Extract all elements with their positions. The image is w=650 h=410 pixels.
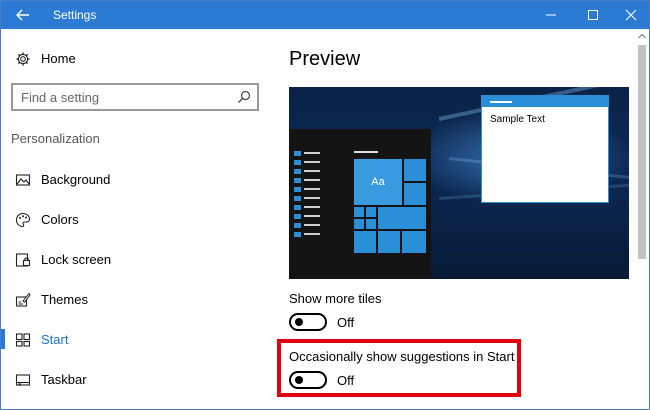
back-arrow-icon	[16, 9, 29, 21]
theme-preview: Aa Sample Text	[289, 87, 629, 279]
sidebar-item-colors[interactable]: Colors	[1, 201, 271, 237]
minimize-icon	[546, 14, 556, 16]
taskbar-icon	[15, 374, 31, 386]
sidebar-item-label: Colors	[41, 212, 79, 227]
scroll-thumb[interactable]	[638, 45, 646, 259]
preview-tile	[354, 231, 376, 253]
settings-window: Settings Home Find a setting Personaliza…	[0, 0, 650, 410]
sidebar-item-start[interactable]: Start	[1, 321, 271, 357]
sidebar-item-label: Background	[41, 172, 111, 187]
maximize-button[interactable]	[575, 1, 611, 29]
sidebar-item-lock-screen[interactable]: Lock screen	[1, 241, 271, 277]
search-box	[11, 83, 259, 111]
highlight-annotation	[277, 339, 521, 397]
show-more-tiles-toggle[interactable]	[289, 313, 327, 331]
preview-app-row	[294, 205, 324, 210]
preview-tile	[366, 207, 376, 217]
show-more-tiles-label: Show more tiles	[289, 291, 382, 306]
preview-app-row	[294, 151, 324, 156]
brush-icon	[15, 292, 31, 307]
preview-app-row	[294, 223, 324, 228]
preview-tile	[404, 159, 426, 181]
sidebar-item-label: Start	[41, 332, 69, 347]
palette-icon	[15, 212, 31, 228]
page-title: Preview	[289, 48, 361, 70]
sidebar-item-label: Lock screen	[41, 252, 112, 267]
preview-sample-text: Sample Text	[490, 114, 545, 125]
sidebar-item-taskbar[interactable]: Taskbar	[1, 361, 271, 397]
back-button[interactable]	[1, 1, 45, 29]
section-title: Personalization	[11, 131, 100, 146]
chevron-up-icon	[638, 33, 646, 39]
show-more-tiles-state: Off	[337, 315, 355, 330]
preview-tile	[354, 207, 364, 217]
scroll-up-button[interactable]	[635, 29, 649, 43]
preview-app-row	[294, 214, 324, 219]
preview-app-row	[294, 160, 324, 165]
preview-sample-window: Sample Text	[481, 95, 609, 203]
sidebar-item-label: Themes	[41, 292, 88, 307]
scrollbar[interactable]	[635, 29, 649, 409]
search-icon[interactable]	[237, 90, 251, 104]
preview-app-row	[294, 178, 324, 183]
minimize-button[interactable]	[533, 1, 569, 29]
title-bar: Settings	[1, 1, 649, 29]
preview-tile-group-header	[354, 151, 378, 153]
sidebar: Home Personalization Background Colors	[1, 29, 271, 409]
close-icon	[625, 9, 637, 21]
preview-tile	[378, 231, 400, 253]
start-tiles-icon	[15, 333, 31, 347]
sidebar-item-background[interactable]: Background	[1, 161, 271, 197]
preview-tile	[378, 207, 426, 229]
preview-tile	[366, 219, 376, 229]
preview-app-row	[294, 196, 324, 201]
sidebar-item-label: Taskbar	[41, 372, 87, 387]
preview-app-row	[294, 232, 324, 237]
preview-tile	[404, 183, 426, 205]
preview-app-row	[294, 187, 324, 192]
preview-tile	[402, 231, 426, 253]
sidebar-item-home[interactable]: Home	[1, 47, 271, 71]
preview-tile-aa: Aa	[354, 159, 402, 205]
gear-icon	[16, 52, 30, 66]
search-input[interactable]	[21, 88, 221, 106]
toggle-knob	[295, 318, 303, 326]
lock-screen-icon	[15, 253, 31, 267]
picture-icon	[15, 174, 31, 186]
preview-start-menu: Aa	[289, 129, 431, 279]
home-label: Home	[41, 51, 76, 66]
window-title: Settings	[53, 8, 97, 22]
active-indicator	[1, 329, 5, 349]
maximize-icon	[588, 10, 598, 20]
preview-window-titlebar	[482, 96, 608, 107]
close-button[interactable]	[613, 1, 649, 29]
preview-app-row	[294, 169, 324, 174]
preview-tile	[354, 219, 364, 229]
sidebar-item-themes[interactable]: Themes	[1, 281, 271, 317]
